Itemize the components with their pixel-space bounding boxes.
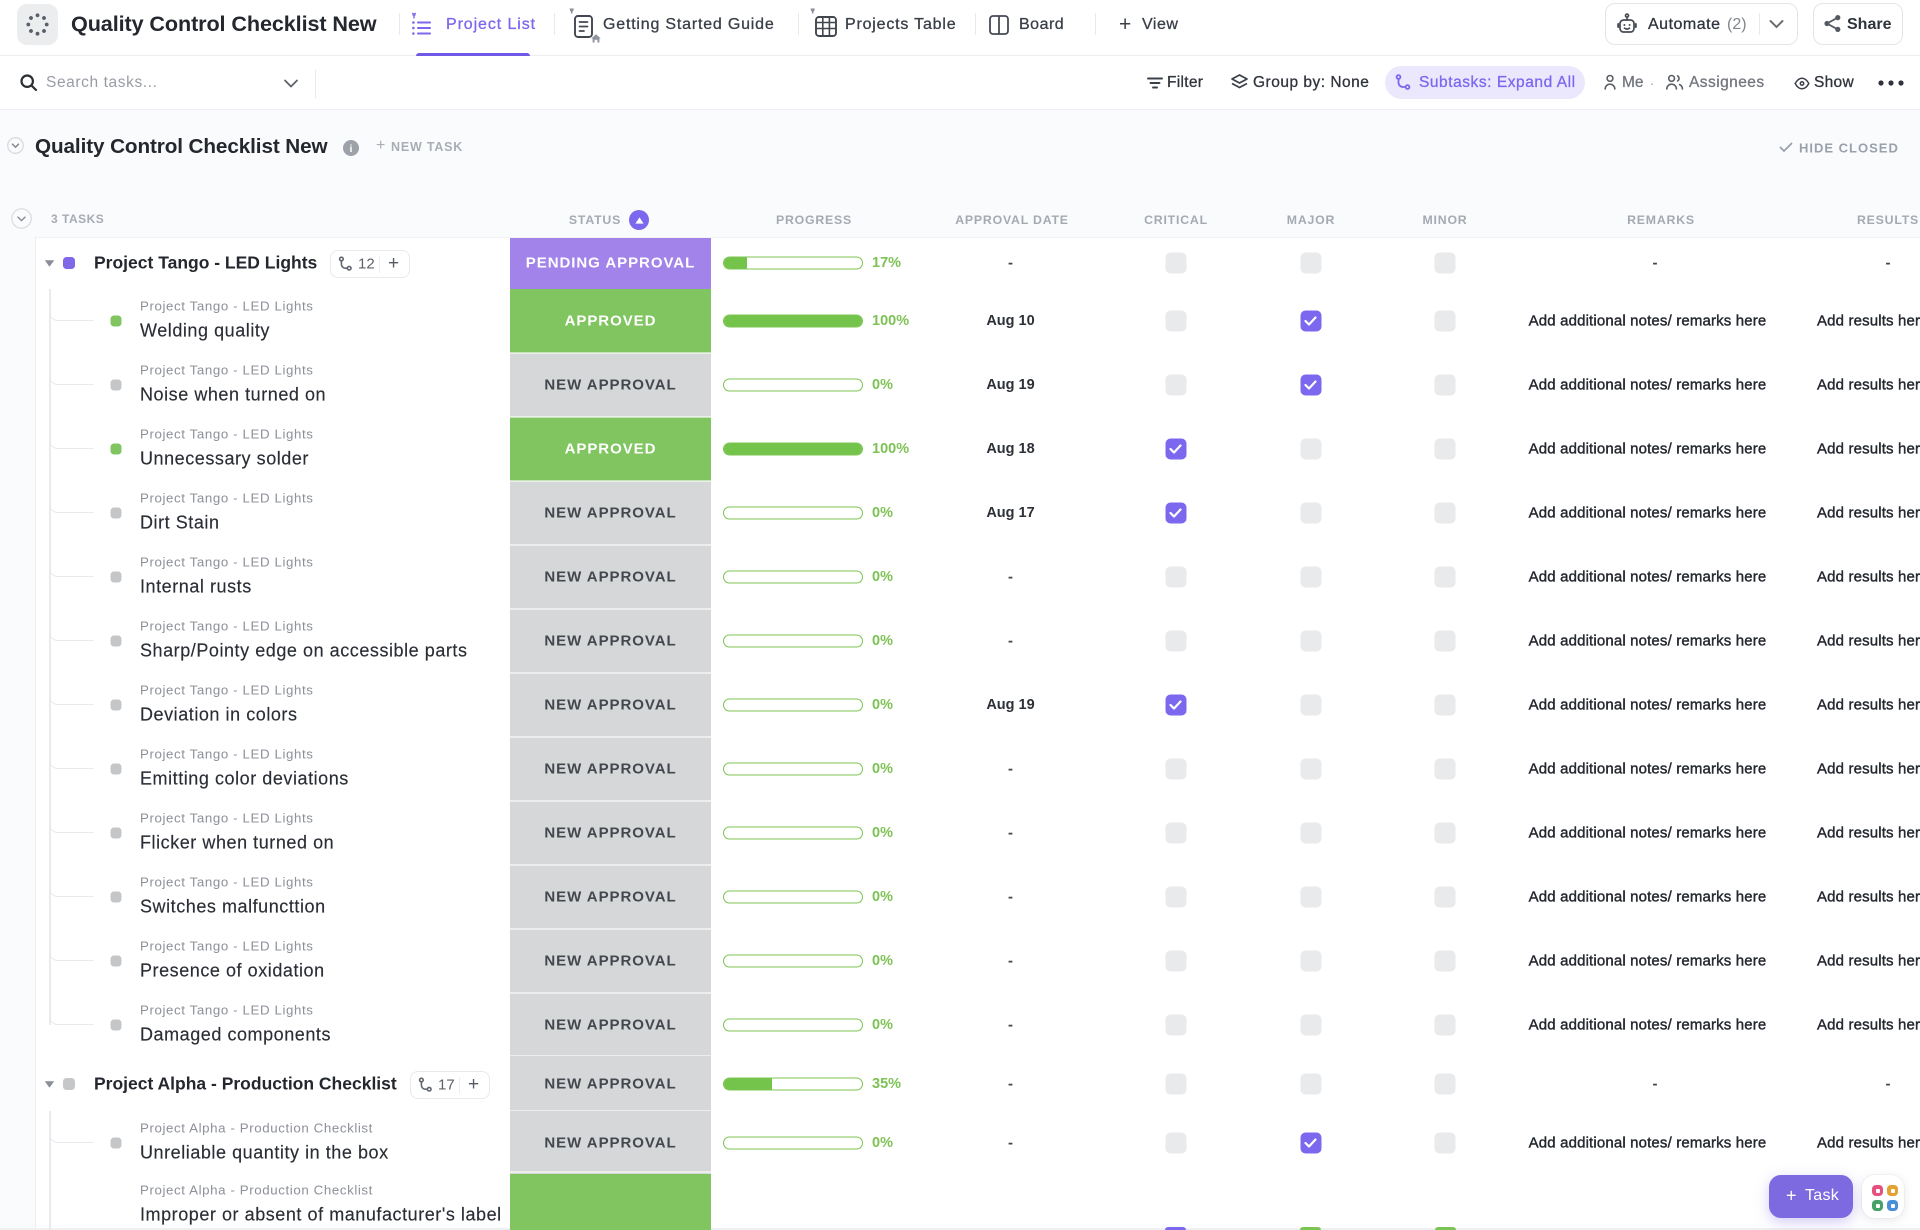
svg-text:i: i (350, 143, 353, 155)
